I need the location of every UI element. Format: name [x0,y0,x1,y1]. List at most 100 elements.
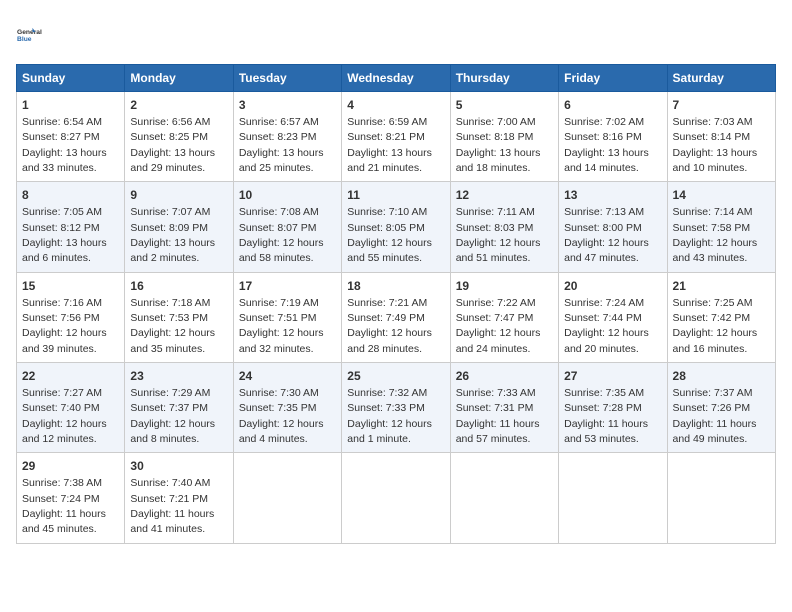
day-cell: 10Sunrise: 7:08 AM Sunset: 8:07 PM Dayli… [233,182,341,272]
col-header-friday: Friday [559,65,667,92]
day-number: 27 [564,368,661,385]
day-detail: Sunrise: 7:02 AM Sunset: 8:16 PM Dayligh… [564,116,649,174]
day-detail: Sunrise: 6:59 AM Sunset: 8:21 PM Dayligh… [347,116,432,174]
day-cell [233,453,341,543]
day-detail: Sunrise: 6:56 AM Sunset: 8:25 PM Dayligh… [130,116,215,174]
day-detail: Sunrise: 7:21 AM Sunset: 7:49 PM Dayligh… [347,297,432,355]
day-number: 2 [130,97,227,114]
calendar-table: SundayMondayTuesdayWednesdayThursdayFrid… [16,64,776,544]
day-cell: 12Sunrise: 7:11 AM Sunset: 8:03 PM Dayli… [450,182,558,272]
day-detail: Sunrise: 7:19 AM Sunset: 7:51 PM Dayligh… [239,297,324,355]
day-cell: 5 Sunrise: 7:00 AM Sunset: 8:18 PM Daylig… [450,92,558,182]
day-number: 18 [347,278,444,295]
day-detail: Sunrise: 7:40 AM Sunset: 7:21 PM Dayligh… [130,477,214,535]
day-cell: 8 Sunrise: 7:05 AM Sunset: 8:12 PM Daylig… [17,182,125,272]
day-detail: Sunrise: 7:27 AM Sunset: 7:40 PM Dayligh… [22,387,107,445]
day-cell: 16 Sunrise: 7:18 AM Sunset: 7:53 PM Dayli… [125,272,233,362]
day-cell: 2 Sunrise: 6:56 AM Sunset: 8:25 PM Daylig… [125,92,233,182]
day-cell [450,453,558,543]
day-cell: 20Sunrise: 7:24 AM Sunset: 7:44 PM Dayli… [559,272,667,362]
week-row-5: 29 Sunrise: 7:38 AM Sunset: 7:24 PM Dayli… [17,453,776,543]
day-cell: 26Sunrise: 7:33 AM Sunset: 7:31 PM Dayli… [450,363,558,453]
week-row-4: 22 Sunrise: 7:27 AM Sunset: 7:40 PM Dayli… [17,363,776,453]
day-number: 28 [673,368,770,385]
day-number: 9 [130,187,227,204]
day-cell: 6 Sunrise: 7:02 AM Sunset: 8:16 PM Daylig… [559,92,667,182]
week-row-3: 15 Sunrise: 7:16 AM Sunset: 7:56 PM Dayli… [17,272,776,362]
day-cell [667,453,775,543]
day-number: 14 [673,187,770,204]
day-detail: Sunrise: 7:14 AM Sunset: 7:58 PM Dayligh… [673,206,758,264]
day-number: 11 [347,187,444,204]
day-detail: Sunrise: 7:10 AM Sunset: 8:05 PM Dayligh… [347,206,432,264]
svg-text:General: General [17,29,42,36]
day-detail: Sunrise: 6:57 AM Sunset: 8:23 PM Dayligh… [239,116,324,174]
day-detail: Sunrise: 7:16 AM Sunset: 7:56 PM Dayligh… [22,297,107,355]
col-header-sunday: Sunday [17,65,125,92]
day-cell: 28 Sunrise: 7:37 AM Sunset: 7:26 PM Dayli… [667,363,775,453]
col-header-wednesday: Wednesday [342,65,450,92]
day-detail: Sunrise: 7:38 AM Sunset: 7:24 PM Dayligh… [22,477,106,535]
day-detail: Sunrise: 7:13 AM Sunset: 8:00 PM Dayligh… [564,206,649,264]
day-cell: 23 Sunrise: 7:29 AM Sunset: 7:37 PM Dayli… [125,363,233,453]
day-number: 6 [564,97,661,114]
day-detail: Sunrise: 7:18 AM Sunset: 7:53 PM Dayligh… [130,297,215,355]
day-cell: 18 Sunrise: 7:21 AM Sunset: 7:49 PM Dayli… [342,272,450,362]
day-number: 29 [22,458,119,475]
day-cell: 9 Sunrise: 7:07 AM Sunset: 8:09 PM Daylig… [125,182,233,272]
day-number: 25 [347,368,444,385]
day-cell: 22 Sunrise: 7:27 AM Sunset: 7:40 PM Dayli… [17,363,125,453]
day-detail: Sunrise: 7:07 AM Sunset: 8:09 PM Dayligh… [130,206,215,264]
day-number: 5 [456,97,553,114]
col-header-thursday: Thursday [450,65,558,92]
day-number: 8 [22,187,119,204]
logo: General Blue [16,16,52,52]
day-detail: Sunrise: 7:11 AM Sunset: 8:03 PM Dayligh… [456,206,541,264]
day-cell: 1Sunrise: 6:54 AM Sunset: 8:27 PM Daylig… [17,92,125,182]
col-header-saturday: Saturday [667,65,775,92]
day-number: 4 [347,97,444,114]
day-cell: 29 Sunrise: 7:38 AM Sunset: 7:24 PM Dayli… [17,453,125,543]
day-detail: Sunrise: 7:00 AM Sunset: 8:18 PM Dayligh… [456,116,541,174]
day-number: 30 [130,458,227,475]
day-number: 23 [130,368,227,385]
day-number: 20 [564,278,661,295]
day-cell: 17 Sunrise: 7:19 AM Sunset: 7:51 PM Dayli… [233,272,341,362]
day-number: 13 [564,187,661,204]
day-cell: 14 Sunrise: 7:14 AM Sunset: 7:58 PM Dayli… [667,182,775,272]
day-cell [559,453,667,543]
day-detail: Sunrise: 7:32 AM Sunset: 7:33 PM Dayligh… [347,387,432,445]
day-cell: 25 Sunrise: 7:32 AM Sunset: 7:33 PM Dayli… [342,363,450,453]
day-cell: 13 Sunrise: 7:13 AM Sunset: 8:00 PM Dayli… [559,182,667,272]
day-number: 16 [130,278,227,295]
day-cell: 3 Sunrise: 6:57 AM Sunset: 8:23 PM Daylig… [233,92,341,182]
day-detail: Sunrise: 7:30 AM Sunset: 7:35 PM Dayligh… [239,387,324,445]
day-detail: Sunrise: 7:22 AM Sunset: 7:47 PM Dayligh… [456,297,541,355]
day-cell: 27 Sunrise: 7:35 AM Sunset: 7:28 PM Dayli… [559,363,667,453]
day-cell: 30 Sunrise: 7:40 AM Sunset: 7:21 PM Dayli… [125,453,233,543]
page-header: General Blue [16,16,776,52]
day-number: 19 [456,278,553,295]
day-number: 7 [673,97,770,114]
day-number: 17 [239,278,336,295]
day-number: 15 [22,278,119,295]
day-cell: 21Sunrise: 7:25 AM Sunset: 7:42 PM Dayli… [667,272,775,362]
day-number: 1 [22,97,119,114]
header-row: SundayMondayTuesdayWednesdayThursdayFrid… [17,65,776,92]
day-detail: Sunrise: 7:05 AM Sunset: 8:12 PM Dayligh… [22,206,107,264]
day-number: 22 [22,368,119,385]
day-detail: Sunrise: 7:37 AM Sunset: 7:26 PM Dayligh… [673,387,757,445]
day-detail: Sunrise: 7:35 AM Sunset: 7:28 PM Dayligh… [564,387,648,445]
svg-text:Blue: Blue [17,36,32,43]
day-cell [342,453,450,543]
day-number: 3 [239,97,336,114]
day-detail: Sunrise: 7:29 AM Sunset: 7:37 PM Dayligh… [130,387,215,445]
day-number: 26 [456,368,553,385]
day-number: 24 [239,368,336,385]
day-cell: 15 Sunrise: 7:16 AM Sunset: 7:56 PM Dayli… [17,272,125,362]
week-row-2: 8 Sunrise: 7:05 AM Sunset: 8:12 PM Daylig… [17,182,776,272]
day-number: 10 [239,187,336,204]
col-header-tuesday: Tuesday [233,65,341,92]
day-detail: Sunrise: 7:25 AM Sunset: 7:42 PM Dayligh… [673,297,758,355]
day-detail: Sunrise: 7:03 AM Sunset: 8:14 PM Dayligh… [673,116,758,174]
